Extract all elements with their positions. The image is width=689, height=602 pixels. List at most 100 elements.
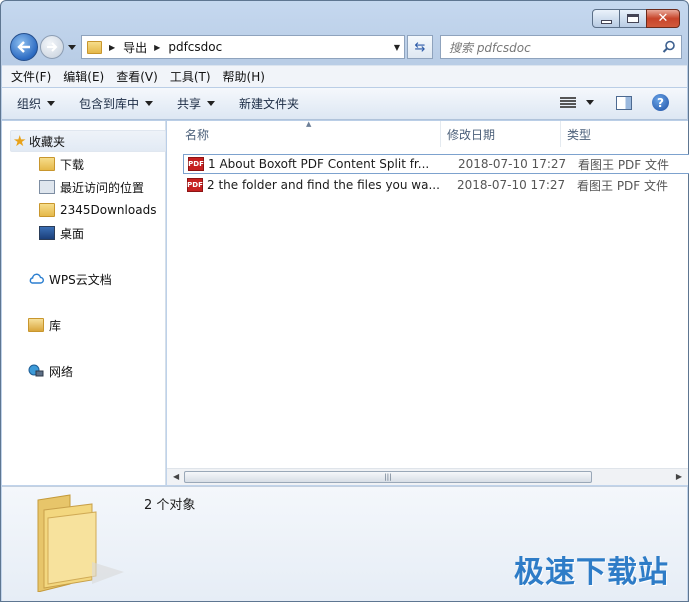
sidebar-item-wps-cloud[interactable]: WPS云文档 <box>28 268 112 290</box>
sidebar-item-2345downloads[interactable]: 2345Downloads <box>39 199 156 221</box>
organize-button[interactable]: 组织 <box>17 95 56 112</box>
menu-bar: 文件(F) 编辑(E) 查看(V) 工具(T) 帮助(H) <box>2 65 687 87</box>
network-icon <box>28 364 44 377</box>
forward-arrow-icon <box>47 42 58 52</box>
menu-view[interactable]: 查看(V) <box>116 68 158 85</box>
close-button[interactable]: ✕ <box>646 9 680 28</box>
pdf-file-icon: PDF <box>187 178 203 192</box>
sidebar-item-label: 2345Downloads <box>60 203 157 217</box>
sidebar-item-label: WPS云文档 <box>49 272 112 287</box>
column-headers: ▲ 名称 修改日期 类型 <box>167 120 688 147</box>
scrollbar-thumb[interactable]: ||| <box>184 471 592 483</box>
column-header-name[interactable]: ▲ 名称 <box>167 120 441 147</box>
scroll-left-icon[interactable]: ◀ <box>173 472 179 481</box>
details-pane: 2 个对象 极速下载站 <box>2 486 687 601</box>
breadcrumb-separator-icon[interactable]: ▶ <box>154 43 160 52</box>
column-type-label: 类型 <box>567 127 592 142</box>
chevron-down-icon[interactable] <box>586 100 594 105</box>
file-type: 看图王 PDF 文件 <box>578 157 670 172</box>
column-header-date[interactable]: 修改日期 <box>441 121 561 147</box>
sidebar-item-label: 下载 <box>60 157 85 172</box>
search-placeholder: 搜索 pdfcsdoc <box>449 40 531 55</box>
new-folder-button[interactable]: 新建文件夹 <box>239 95 299 112</box>
search-input[interactable]: 搜索 pdfcsdoc <box>440 35 682 59</box>
refresh-icon: ⇆ <box>414 39 426 55</box>
menu-file[interactable]: 文件(F) <box>11 68 51 85</box>
cloud-icon <box>29 273 44 284</box>
file-list-pane: ▲ 名称 修改日期 类型 PDF 1 About Boxoft PDF Cont… <box>167 120 689 485</box>
help-icon[interactable]: ? <box>652 94 669 111</box>
sidebar-item-label: 网络 <box>49 364 74 379</box>
breadcrumb-pdfcsdoc[interactable]: pdfcsdoc <box>168 40 222 54</box>
watermark-logo: 极速下载站 <box>514 555 669 590</box>
desktop-icon <box>39 226 55 240</box>
share-button[interactable]: 共享 <box>177 95 216 112</box>
horizontal-scrollbar[interactable]: ◀ ||| ▶ <box>167 468 688 485</box>
chevron-down-icon <box>47 101 56 106</box>
navigation-pane: ★ 收藏夹 下载 最近访问的位置 2345Downloads 桌面 WPS云文档… <box>2 121 166 485</box>
large-folder-icon <box>37 494 124 592</box>
search-icon[interactable] <box>662 40 676 54</box>
file-row[interactable]: PDF 2 the folder and find the files you … <box>183 175 689 195</box>
minimize-button[interactable] <box>592 9 620 28</box>
file-date: 2018-07-10 17:27 <box>458 157 567 171</box>
command-bar: 组织 包含到库中 共享 新建文件夹 ? <box>2 88 687 120</box>
library-icon <box>28 318 44 332</box>
scroll-right-icon[interactable]: ▶ <box>676 472 682 481</box>
organize-label: 组织 <box>17 97 42 111</box>
chevron-down-icon <box>207 101 216 106</box>
sidebar-item-recent-places[interactable]: 最近访问的位置 <box>39 176 144 198</box>
forward-button[interactable] <box>40 35 64 59</box>
sidebar-item-label: 库 <box>49 318 62 333</box>
maximize-icon <box>627 14 639 23</box>
download-folder-icon <box>39 157 55 171</box>
sidebar-item-favorites[interactable]: ★ 收藏夹 <box>10 130 166 152</box>
column-header-type[interactable]: 类型 <box>561 121 688 147</box>
sidebar-item-label: 收藏夹 <box>29 134 66 149</box>
minimize-icon <box>600 19 612 24</box>
sort-ascending-icon: ▲ <box>306 120 312 128</box>
breadcrumb-separator-icon[interactable]: ▶ <box>109 43 115 52</box>
maximize-button[interactable] <box>619 9 647 28</box>
include-in-library-button[interactable]: 包含到库中 <box>79 95 154 112</box>
sidebar-item-label: 最近访问的位置 <box>60 180 145 195</box>
sidebar-item-downloads[interactable]: 下载 <box>39 153 84 175</box>
menu-edit[interactable]: 编辑(E) <box>63 68 104 85</box>
file-row[interactable]: PDF 1 About Boxoft PDF Content Split fr.… <box>183 154 689 174</box>
address-bar[interactable]: ▶ 导出 ▶ pdfcsdoc ▼ <box>81 35 405 59</box>
change-view-icon[interactable] <box>560 96 576 109</box>
address-dropdown-icon[interactable]: ▼ <box>394 43 400 52</box>
folder-icon <box>87 40 102 54</box>
chevron-down-icon <box>145 101 154 106</box>
recent-places-icon <box>39 180 55 194</box>
back-arrow-icon <box>17 41 30 53</box>
back-button[interactable] <box>10 33 38 61</box>
recent-pages-dropdown[interactable] <box>67 42 77 52</box>
column-date-label: 修改日期 <box>447 127 496 142</box>
pdf-file-icon: PDF <box>188 157 204 171</box>
file-name: 2 the folder and find the files you wa..… <box>207 178 440 192</box>
item-count: 2 个对象 <box>144 498 196 513</box>
sidebar-item-desktop[interactable]: 桌面 <box>39 222 84 244</box>
sidebar-item-network[interactable]: 网络 <box>28 360 73 382</box>
preview-pane-icon[interactable] <box>616 95 632 110</box>
sidebar-item-label: 桌面 <box>60 226 85 241</box>
star-icon: ★ <box>13 131 27 150</box>
folder-icon <box>39 203 55 217</box>
navigation-bar: ▶ 导出 ▶ pdfcsdoc ▼ ⇆ 搜索 pdfcsdoc <box>9 33 682 61</box>
sidebar-item-libraries[interactable]: 库 <box>28 314 61 336</box>
new-folder-label: 新建文件夹 <box>239 97 300 111</box>
menu-help[interactable]: 帮助(H) <box>223 68 265 85</box>
file-name: 1 About Boxoft PDF Content Split fr... <box>208 157 430 171</box>
explorer-window: ✕ ▶ 导出 ▶ pdfcsdoc ▼ ⇆ 搜索 pdfcsdoc 文件(F) … <box>0 0 689 602</box>
refresh-button[interactable]: ⇆ <box>407 35 433 59</box>
close-icon: ✕ <box>657 11 669 26</box>
menu-tools[interactable]: 工具(T) <box>170 68 211 85</box>
share-label: 共享 <box>177 97 202 111</box>
view-controls: ? <box>560 94 669 111</box>
include-library-label: 包含到库中 <box>79 97 140 111</box>
chevron-down-icon <box>68 44 76 50</box>
column-name-label: 名称 <box>185 127 210 142</box>
breadcrumb-export[interactable]: 导出 <box>123 39 147 56</box>
caption-buttons: ✕ <box>592 9 680 28</box>
